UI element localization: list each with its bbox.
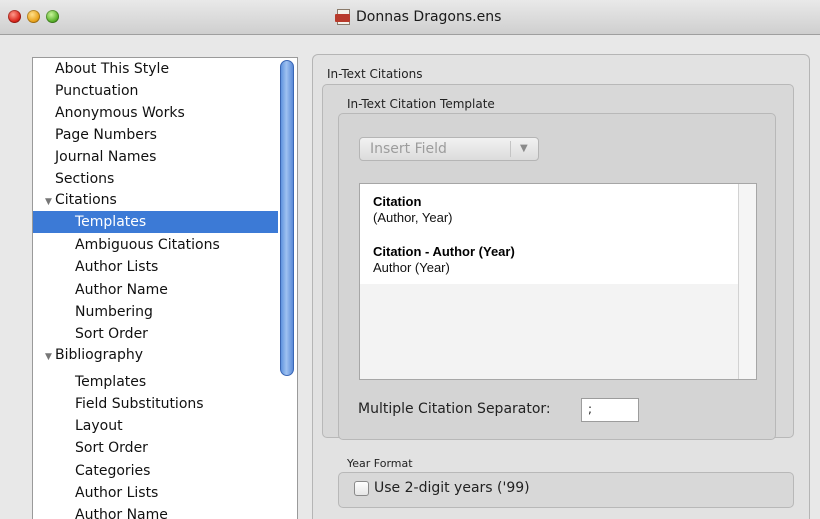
sidebar-item-label: Sort Order xyxy=(75,326,148,342)
sidebar-item-label: Citations xyxy=(55,192,117,208)
sidebar-item-label: Anonymous Works xyxy=(55,105,185,121)
template-group-title: In-Text Citation Template xyxy=(347,97,495,111)
chevron-down-icon: ▼ xyxy=(520,143,528,154)
sidebar-item-journal-names[interactable]: Journal Names xyxy=(33,146,278,168)
sidebar-item-anonymous-works[interactable]: Anonymous Works xyxy=(33,102,278,124)
insert-field-label: Insert Field xyxy=(370,141,447,157)
separator-label: Multiple Citation Separator: xyxy=(358,401,551,417)
minimize-window-button[interactable] xyxy=(27,10,40,23)
sidebar-item-layout[interactable]: Layout xyxy=(33,415,278,437)
sidebar-item-numbering[interactable]: Numbering xyxy=(33,301,278,323)
template-title: Citation - Author (Year) xyxy=(373,244,515,259)
sidebar-item-citations-templates[interactable]: Templates xyxy=(33,211,278,233)
template-title: Citation xyxy=(373,194,422,209)
sidebar-item-field-substitutions[interactable]: Field Substitutions xyxy=(33,393,278,415)
endnote-library-icon xyxy=(335,9,350,25)
insert-field-popup[interactable]: Insert Field ▼ xyxy=(359,137,539,161)
sidebar-item-sections[interactable]: Sections xyxy=(33,168,278,190)
close-window-button[interactable] xyxy=(8,10,21,23)
sidebar-item-label: Layout xyxy=(75,418,123,434)
sidebar-item-label: Page Numbers xyxy=(55,127,157,143)
sidebar-item-label: Templates xyxy=(75,374,147,390)
sidebar-item-bibliography-sort-order[interactable]: Sort Order xyxy=(33,437,278,459)
sidebar-group-bibliography[interactable]: ▼ Bibliography xyxy=(33,344,278,366)
sidebar-item-label: Author Name xyxy=(75,507,168,519)
two-digit-years-checkbox[interactable] xyxy=(354,481,369,496)
citation-templates-editor[interactable]: Citation (Author, Year) Citation - Autho… xyxy=(359,183,757,380)
sidebar-item-page-numbers[interactable]: Page Numbers xyxy=(33,124,278,146)
sidebar-item-citations-author-lists[interactable]: Author Lists xyxy=(33,256,278,278)
window-title: Donnas Dragons.ens xyxy=(356,9,502,25)
sidebar-scrollbar-thumb[interactable] xyxy=(280,60,294,376)
template-body[interactable]: Author (Year) xyxy=(373,260,450,275)
templates-scrollbar[interactable] xyxy=(738,184,756,379)
sidebar-item-label: Ambiguous Citations xyxy=(75,237,220,253)
sidebar-item-label: Field Substitutions xyxy=(75,396,204,412)
sidebar-item-bibliography-templates[interactable]: Templates xyxy=(33,371,278,393)
sidebar-item-label: Journal Names xyxy=(55,149,157,165)
sidebar-group-citations[interactable]: ▼ Citations xyxy=(33,189,278,211)
window-title-group: Donnas Dragons.ens xyxy=(335,7,501,27)
sidebar-item-label: About This Style xyxy=(55,61,170,77)
sidebar-item-label: Sort Order xyxy=(75,440,148,456)
disclosure-triangle-expanded-icon[interactable]: ▼ xyxy=(45,346,53,368)
sidebar-item-label: Author Name xyxy=(75,282,168,298)
style-sections-list[interactable]: About This Style Punctuation Anonymous W… xyxy=(32,57,298,519)
disclosure-triangle-expanded-icon[interactable]: ▼ xyxy=(45,191,53,213)
sidebar-item-bibliography-author-name[interactable]: Author Name xyxy=(33,504,278,519)
sidebar-item-label: Author Lists xyxy=(75,259,159,275)
sidebar-item-label: Categories xyxy=(75,463,151,479)
window-title-bar: Donnas Dragons.ens xyxy=(0,0,820,35)
template-body[interactable]: (Author, Year) xyxy=(373,210,453,225)
sidebar-item-label: Punctuation xyxy=(55,83,139,99)
zoom-window-button[interactable] xyxy=(46,10,59,23)
sidebar-item-label: Bibliography xyxy=(55,347,143,363)
sidebar-item-punctuation[interactable]: Punctuation xyxy=(33,80,278,102)
sidebar-item-citations-author-name[interactable]: Author Name xyxy=(33,279,278,301)
sidebar-item-categories[interactable]: Categories xyxy=(33,460,278,482)
sidebar-item-label: Author Lists xyxy=(75,485,159,501)
citation-separator-field[interactable]: ; xyxy=(581,398,639,422)
sidebar-item-label: Templates xyxy=(75,214,147,230)
year-format-title: Year Format xyxy=(347,457,413,470)
section-title: In-Text Citations xyxy=(327,67,423,81)
sidebar-item-about-this-style[interactable]: About This Style xyxy=(33,58,278,80)
two-digit-years-label[interactable]: Use 2-digit years ('99) xyxy=(374,480,530,496)
sidebar-item-label: Sections xyxy=(55,171,115,187)
sidebar-item-bibliography-author-lists[interactable]: Author Lists xyxy=(33,482,278,504)
sidebar-item-citations-sort-order[interactable]: Sort Order xyxy=(33,323,278,345)
popup-divider xyxy=(510,141,511,157)
sidebar-item-ambiguous-citations[interactable]: Ambiguous Citations xyxy=(33,234,278,256)
sidebar-item-label: Numbering xyxy=(75,304,153,320)
